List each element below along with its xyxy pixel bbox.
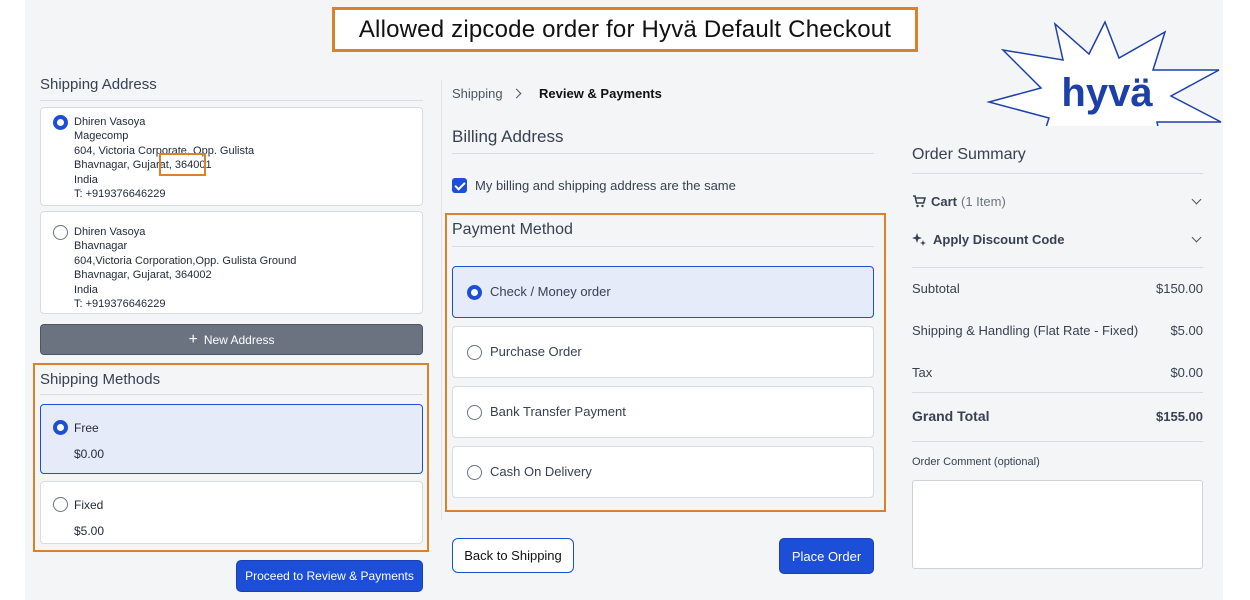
subtotal-value: $150.00 bbox=[1156, 281, 1203, 296]
breadcrumb-shipping[interactable]: Shipping bbox=[452, 86, 503, 101]
chevron-down-icon bbox=[1191, 194, 1202, 205]
zipcode-highlight bbox=[159, 153, 206, 176]
address-card-2[interactable]: Dhiren Vasoya Bhavnagar 604,Victoria Cor… bbox=[40, 211, 423, 314]
billing-same-checkbox[interactable] bbox=[452, 178, 467, 193]
cart-icon bbox=[913, 195, 926, 208]
plus-icon: + bbox=[188, 330, 198, 348]
address-radio-2[interactable] bbox=[53, 225, 68, 240]
payment-method-title: Payment Method bbox=[452, 221, 573, 238]
discount-label: Apply Discount Code bbox=[933, 232, 1065, 247]
payment-option-check[interactable]: Check / Money order bbox=[452, 266, 874, 318]
shipping-method-fixed-name: Fixed bbox=[74, 498, 104, 512]
shipping-method-free[interactable]: Free $0.00 bbox=[40, 404, 423, 474]
shipping-method-free-radio[interactable] bbox=[53, 420, 68, 435]
order-summary-title: Order Summary bbox=[912, 146, 1026, 163]
cart-count: (1 Item) bbox=[961, 194, 1006, 209]
shipping-handling-value: $5.00 bbox=[1170, 323, 1203, 338]
subtotal-label: Subtotal bbox=[912, 281, 960, 296]
tax-label: Tax bbox=[912, 365, 933, 380]
chevron-down-icon bbox=[1191, 232, 1202, 243]
shipping-method-fixed-radio[interactable] bbox=[53, 497, 68, 512]
payment-radio-check[interactable] bbox=[467, 285, 482, 300]
shipping-method-free-price: $0.00 bbox=[74, 447, 105, 461]
banner-text: Allowed zipcode order for Hyvä Default C… bbox=[358, 15, 892, 43]
proceed-button[interactable]: Proceed to Review & Payments bbox=[236, 560, 423, 592]
tax-value: $0.00 bbox=[1170, 365, 1203, 380]
cart-label: Cart bbox=[931, 194, 958, 209]
new-address-button[interactable]: + New Address bbox=[40, 324, 423, 355]
address-card-1[interactable]: Dhiren Vasoya Magecomp 604, Victoria Cor… bbox=[40, 107, 423, 206]
order-comment-input[interactable] bbox=[912, 480, 1203, 569]
shipping-address-title: Shipping Address bbox=[40, 76, 157, 93]
billing-title: Billing Address bbox=[452, 127, 564, 146]
back-to-shipping-button[interactable]: Back to Shipping bbox=[452, 538, 574, 573]
address-radio-1[interactable] bbox=[53, 115, 68, 130]
payment-radio-cod[interactable] bbox=[467, 465, 482, 480]
title-banner: Allowed zipcode order for Hyvä Default C… bbox=[332, 7, 918, 52]
shipping-method-fixed[interactable]: Fixed $5.00 bbox=[40, 481, 423, 544]
payment-option-bank-transfer[interactable]: Bank Transfer Payment bbox=[452, 386, 874, 438]
grand-total-value: $155.00 bbox=[1156, 409, 1203, 424]
shipping-method-free-name: Free bbox=[74, 421, 99, 435]
shipping-methods-title: Shipping Methods bbox=[40, 371, 161, 388]
payment-option-purchase-order[interactable]: Purchase Order bbox=[452, 326, 874, 378]
place-order-button[interactable]: Place Order bbox=[779, 538, 874, 574]
shipping-method-fixed-price: $5.00 bbox=[74, 524, 105, 538]
payment-radio-bank-transfer[interactable] bbox=[467, 405, 482, 420]
breadcrumb-review: Review & Payments bbox=[539, 86, 662, 101]
payment-option-cod[interactable]: Cash On Delivery bbox=[452, 446, 874, 498]
payment-radio-purchase-order[interactable] bbox=[467, 345, 482, 360]
sparkle-icon bbox=[912, 233, 926, 246]
shipping-handling-label: Shipping & Handling (Flat Rate - Fixed) bbox=[912, 323, 1139, 338]
hyva-logo-text: hyvä bbox=[1061, 71, 1153, 115]
cart-toggle[interactable]: Cart (1 Item) bbox=[912, 194, 1203, 212]
grand-total-label: Grand Total bbox=[912, 408, 990, 424]
billing-same-label: My billing and shipping address are the … bbox=[475, 178, 736, 193]
discount-toggle[interactable]: Apply Discount Code bbox=[912, 232, 1203, 250]
address-lines-2: Dhiren Vasoya Bhavnagar 604,Victoria Cor… bbox=[74, 226, 297, 311]
order-comment-label: Order Comment (optional) bbox=[912, 456, 1040, 468]
